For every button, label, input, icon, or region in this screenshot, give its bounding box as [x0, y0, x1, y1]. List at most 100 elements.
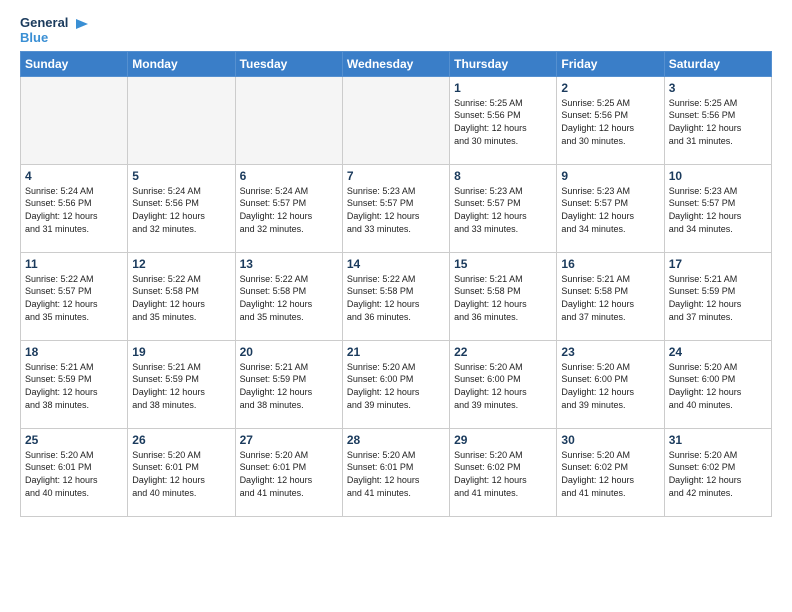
calendar-cell: 24Sunrise: 5:20 AM Sunset: 6:00 PM Dayli…: [664, 340, 771, 428]
weekday-header-thursday: Thursday: [450, 51, 557, 76]
cell-info: Sunrise: 5:22 AM Sunset: 5:57 PM Dayligh…: [25, 273, 123, 323]
calendar-cell: 1 Sunrise: 5:25 AM Sunset: 5:56 PM Daylig…: [450, 76, 557, 164]
day-number: 12: [132, 257, 230, 271]
day-number: 5: [132, 169, 230, 183]
day-number: 17: [669, 257, 767, 271]
cell-info: Sunrise: 5:21 AM Sunset: 5:59 PM Dayligh…: [240, 361, 338, 411]
cell-info: Sunrise: 5:23 AM Sunset: 5:57 PM Dayligh…: [454, 185, 552, 235]
cell-info: Sunrise: 5:21 AM Sunset: 5:59 PM Dayligh…: [669, 273, 767, 323]
day-number: 27: [240, 433, 338, 447]
day-number: 2: [561, 81, 659, 95]
calendar-cell: 15 Sunrise: 5:21 AM Sunset: 5:58 PM Dayli…: [450, 252, 557, 340]
cell-info: Sunrise: 5:25 AM Sunset: 5:56 PM Dayligh…: [454, 97, 552, 147]
weekday-header-monday: Monday: [128, 51, 235, 76]
calendar-cell: 5 Sunrise: 5:24 AM Sunset: 5:56 PM Daylig…: [128, 164, 235, 252]
cell-info: Sunrise: 5:20 AM Sunset: 6:00 PM Dayligh…: [561, 361, 659, 411]
cell-info: Sunrise: 5:20 AM Sunset: 6:00 PM Dayligh…: [454, 361, 552, 411]
cell-info: Sunrise: 5:20 AM Sunset: 6:02 PM Dayligh…: [561, 449, 659, 499]
day-number: 1: [454, 81, 552, 95]
calendar-week-2: 4 Sunrise: 5:24 AM Sunset: 5:56 PM Daylig…: [21, 164, 772, 252]
day-number: 16: [561, 257, 659, 271]
day-number: 18: [25, 345, 123, 359]
cell-info: Sunrise: 5:21 AM Sunset: 5:58 PM Dayligh…: [561, 273, 659, 323]
calendar-cell: 27 Sunrise: 5:20 AM Sunset: 6:01 PM Dayli…: [235, 428, 342, 516]
day-number: 26: [132, 433, 230, 447]
day-number: 11: [25, 257, 123, 271]
cell-info: Sunrise: 5:23 AM Sunset: 5:57 PM Dayligh…: [561, 185, 659, 235]
day-number: 23: [561, 345, 659, 359]
calendar-table: SundayMondayTuesdayWednesdayThursdayFrid…: [20, 51, 772, 517]
calendar-cell: 21Sunrise: 5:20 AM Sunset: 6:00 PM Dayli…: [342, 340, 449, 428]
calendar-cell: 7 Sunrise: 5:23 AM Sunset: 5:57 PM Daylig…: [342, 164, 449, 252]
day-number: 22: [454, 345, 552, 359]
day-number: 13: [240, 257, 338, 271]
cell-info: Sunrise: 5:20 AM Sunset: 6:01 PM Dayligh…: [347, 449, 445, 499]
weekday-header-friday: Friday: [557, 51, 664, 76]
cell-info: Sunrise: 5:22 AM Sunset: 5:58 PM Dayligh…: [132, 273, 230, 323]
cell-info: Sunrise: 5:20 AM Sunset: 6:01 PM Dayligh…: [132, 449, 230, 499]
day-number: 21: [347, 345, 445, 359]
weekday-header-sunday: Sunday: [21, 51, 128, 76]
calendar-cell: 20 Sunrise: 5:21 AM Sunset: 5:59 PM Dayli…: [235, 340, 342, 428]
cell-info: Sunrise: 5:22 AM Sunset: 5:58 PM Dayligh…: [240, 273, 338, 323]
day-number: 29: [454, 433, 552, 447]
cell-info: Sunrise: 5:21 AM Sunset: 5:59 PM Dayligh…: [132, 361, 230, 411]
calendar-cell: 9 Sunrise: 5:23 AM Sunset: 5:57 PM Daylig…: [557, 164, 664, 252]
calendar-cell: [21, 76, 128, 164]
day-number: 30: [561, 433, 659, 447]
cell-info: Sunrise: 5:23 AM Sunset: 5:57 PM Dayligh…: [669, 185, 767, 235]
cell-info: Sunrise: 5:20 AM Sunset: 6:02 PM Dayligh…: [669, 449, 767, 499]
calendar-week-4: 18 Sunrise: 5:21 AM Sunset: 5:59 PM Dayli…: [21, 340, 772, 428]
calendar-cell: 16 Sunrise: 5:21 AM Sunset: 5:58 PM Dayli…: [557, 252, 664, 340]
calendar-cell: 6 Sunrise: 5:24 AM Sunset: 5:57 PM Daylig…: [235, 164, 342, 252]
calendar-cell: 10 Sunrise: 5:23 AM Sunset: 5:57 PM Dayli…: [664, 164, 771, 252]
day-number: 3: [669, 81, 767, 95]
day-number: 6: [240, 169, 338, 183]
calendar-cell: 4Sunrise: 5:24 AM Sunset: 5:56 PM Daylig…: [21, 164, 128, 252]
calendar-cell: 8Sunrise: 5:23 AM Sunset: 5:57 PM Daylig…: [450, 164, 557, 252]
calendar-cell: 12 Sunrise: 5:22 AM Sunset: 5:58 PM Dayli…: [128, 252, 235, 340]
calendar-cell: 28Sunrise: 5:20 AM Sunset: 6:01 PM Dayli…: [342, 428, 449, 516]
calendar-week-1: 1 Sunrise: 5:25 AM Sunset: 5:56 PM Daylig…: [21, 76, 772, 164]
calendar-cell: 2 Sunrise: 5:25 AM Sunset: 5:56 PM Daylig…: [557, 76, 664, 164]
calendar-cell: [128, 76, 235, 164]
calendar-cell: [342, 76, 449, 164]
calendar-cell: 31 Sunrise: 5:20 AM Sunset: 6:02 PM Dayli…: [664, 428, 771, 516]
day-number: 10: [669, 169, 767, 183]
calendar-cell: 17 Sunrise: 5:21 AM Sunset: 5:59 PM Dayli…: [664, 252, 771, 340]
day-number: 15: [454, 257, 552, 271]
cell-info: Sunrise: 5:25 AM Sunset: 5:56 PM Dayligh…: [669, 97, 767, 147]
cell-info: Sunrise: 5:21 AM Sunset: 5:59 PM Dayligh…: [25, 361, 123, 411]
cell-info: Sunrise: 5:24 AM Sunset: 5:57 PM Dayligh…: [240, 185, 338, 235]
cell-info: Sunrise: 5:24 AM Sunset: 5:56 PM Dayligh…: [132, 185, 230, 235]
weekday-header-tuesday: Tuesday: [235, 51, 342, 76]
cell-info: Sunrise: 5:25 AM Sunset: 5:56 PM Dayligh…: [561, 97, 659, 147]
calendar-cell: 14 Sunrise: 5:22 AM Sunset: 5:58 PM Dayli…: [342, 252, 449, 340]
weekday-header-row: SundayMondayTuesdayWednesdayThursdayFrid…: [21, 51, 772, 76]
calendar-week-5: 25 Sunrise: 5:20 AM Sunset: 6:01 PM Dayli…: [21, 428, 772, 516]
calendar-cell: [235, 76, 342, 164]
calendar-cell: 29Sunrise: 5:20 AM Sunset: 6:02 PM Dayli…: [450, 428, 557, 516]
calendar-cell: 11 Sunrise: 5:22 AM Sunset: 5:57 PM Dayli…: [21, 252, 128, 340]
calendar-cell: 22 Sunrise: 5:20 AM Sunset: 6:00 PM Dayli…: [450, 340, 557, 428]
weekday-header-saturday: Saturday: [664, 51, 771, 76]
cell-info: Sunrise: 5:20 AM Sunset: 6:01 PM Dayligh…: [25, 449, 123, 499]
day-number: 20: [240, 345, 338, 359]
day-number: 31: [669, 433, 767, 447]
calendar-cell: 13 Sunrise: 5:22 AM Sunset: 5:58 PM Dayli…: [235, 252, 342, 340]
cell-info: Sunrise: 5:22 AM Sunset: 5:58 PM Dayligh…: [347, 273, 445, 323]
page-header: General Blue: [20, 16, 772, 45]
day-number: 9: [561, 169, 659, 183]
cell-info: Sunrise: 5:20 AM Sunset: 6:01 PM Dayligh…: [240, 449, 338, 499]
day-number: 7: [347, 169, 445, 183]
cell-info: Sunrise: 5:21 AM Sunset: 5:58 PM Dayligh…: [454, 273, 552, 323]
weekday-header-wednesday: Wednesday: [342, 51, 449, 76]
day-number: 24: [669, 345, 767, 359]
day-number: 25: [25, 433, 123, 447]
calendar-cell: 18 Sunrise: 5:21 AM Sunset: 5:59 PM Dayli…: [21, 340, 128, 428]
cell-info: Sunrise: 5:23 AM Sunset: 5:57 PM Dayligh…: [347, 185, 445, 235]
day-number: 14: [347, 257, 445, 271]
day-number: 19: [132, 345, 230, 359]
logo: General Blue: [20, 16, 88, 45]
day-number: 4: [25, 169, 123, 183]
